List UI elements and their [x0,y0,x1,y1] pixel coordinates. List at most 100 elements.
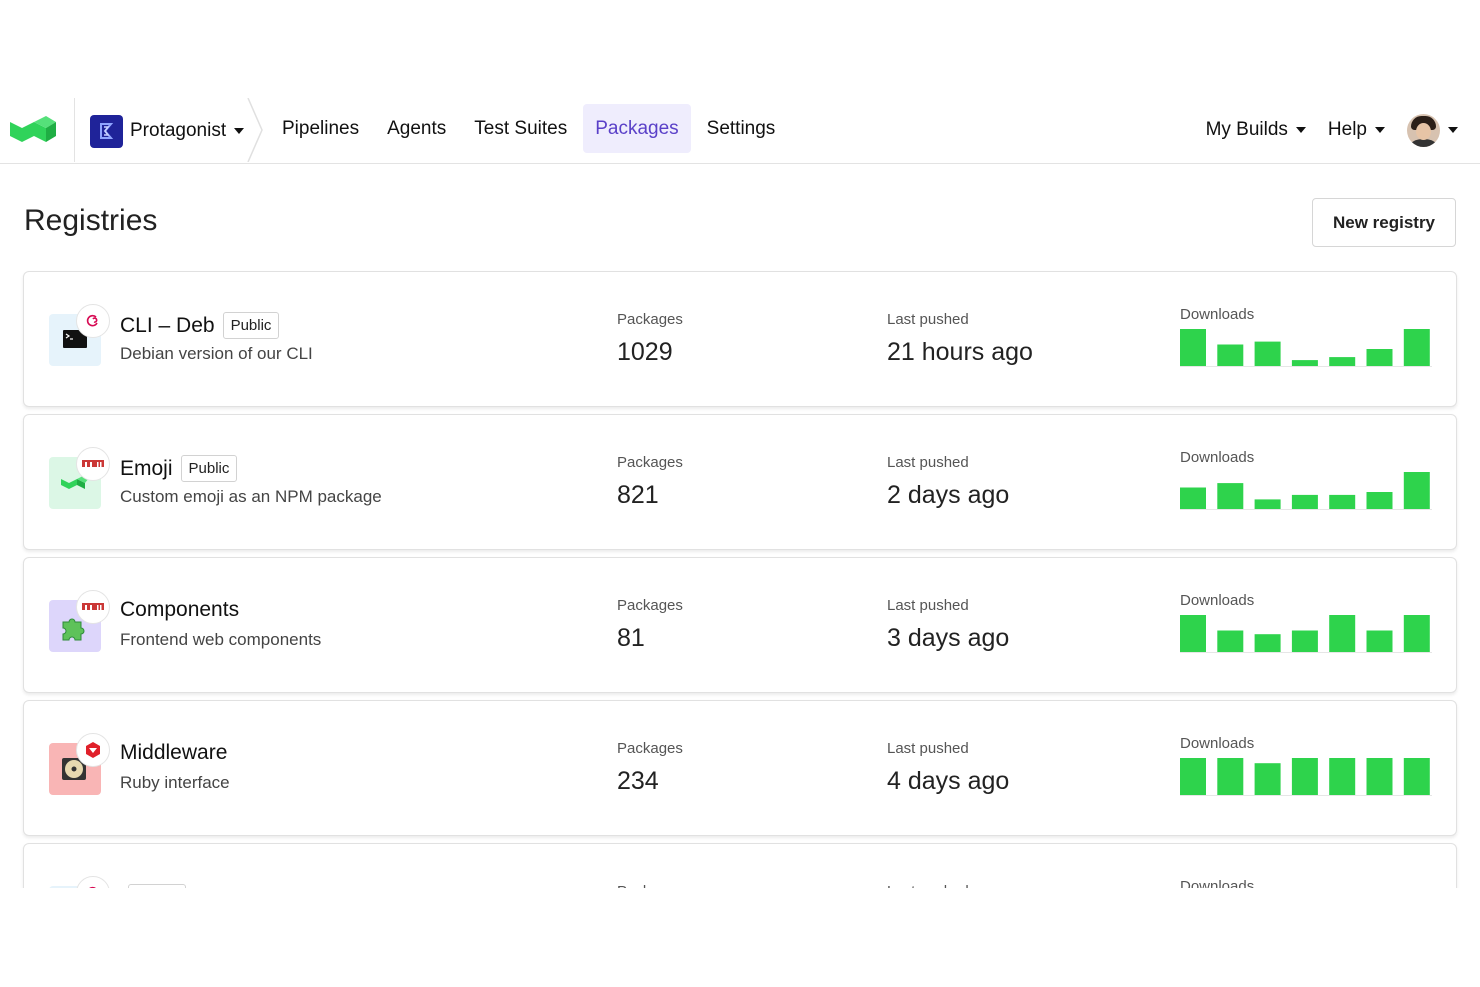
npm-icon [76,590,110,624]
org-name: Protagonist [130,120,227,141]
download-bar [1366,349,1393,366]
packages-count: 234 [617,767,659,795]
registry-name-row: CLI – Deb Public [120,312,280,339]
downloads-label: Downloads [1180,878,1255,888]
chevron-down-icon [1295,127,1306,133]
visibility-badge: Public [180,455,238,482]
download-bar [1366,492,1393,509]
download-bar [1254,341,1281,366]
download-bar [1403,758,1430,795]
org-switcher[interactable]: Protagonist [90,114,245,148]
last-pushed-label: Last pushed [887,597,969,614]
downloads-label: Downloads [1180,306,1255,323]
download-bar [1366,758,1393,795]
download-bar [1291,630,1318,652]
download-bar [1403,329,1430,366]
chevron-down-icon [1375,127,1385,133]
registry-description: Custom emoji as an NPM package [120,487,382,506]
download-bar [1329,357,1356,366]
last-pushed-label: Last pushed [887,311,969,328]
packages-label: Packages [617,597,683,614]
debian-icon [76,876,110,888]
visibility-badge [128,884,186,888]
my-builds-menu[interactable]: My Builds [1206,119,1306,141]
download-bar [1329,758,1356,795]
registry-name-row: Middleware [120,741,227,765]
download-bar [1254,634,1281,652]
nav-right: My Builds Help [1184,112,1458,148]
download-bar [1291,494,1318,509]
nav-link-test-suites[interactable]: Test Suites [462,104,579,153]
nav-link-settings[interactable]: Settings [695,104,788,153]
nav-divider [74,98,75,162]
npm-icon [76,447,110,481]
ruby-gem-icon [76,733,110,767]
registry-card[interactable]: Packages Last pushed Downloads [23,843,1457,888]
help-label: Help [1327,119,1367,140]
registry-name[interactable]: Middleware [120,741,227,765]
chevron-down-icon [1448,127,1458,133]
download-bar [1180,758,1206,795]
user-menu[interactable] [1407,113,1458,147]
top-nav: Protagonist Pipelines Agents Test Suites Pa… [0,98,1480,164]
last-pushed-value: 21 hours ago [887,338,1033,366]
downloads-label: Downloads [1180,449,1255,466]
packages-label: Packages [617,454,683,471]
download-bar [1180,615,1206,652]
packages-label: Packages [617,311,683,328]
download-bar [1180,487,1206,509]
nav-links: Pipelines Agents Test Suites Packages Settin… [270,104,791,153]
downloads-sparkline [1180,329,1432,367]
download-bar [1403,472,1430,509]
download-bar [1217,630,1244,652]
registry-name-row [120,884,186,888]
last-pushed-label: Last pushed [887,883,969,888]
download-bar [1403,615,1430,652]
registry-name-row: Emoji Public [120,455,238,482]
page-title: Registries [24,204,158,237]
registry-card[interactable]: Emoji Public Custom emoji as an NPM packag… [23,414,1457,550]
downloads-label: Downloads [1180,592,1255,609]
download-bar [1217,344,1244,366]
my-builds-label: My Builds [1205,119,1288,140]
registry-name[interactable]: Emoji [120,457,173,481]
registry-name[interactable]: CLI – Deb [120,314,215,338]
download-bar [1291,360,1318,366]
download-bar [1180,329,1206,366]
chevron-down-icon [234,128,245,134]
downloads-label: Downloads [1180,735,1255,752]
download-bar [1291,758,1318,795]
last-pushed-value: 3 days ago [887,624,1010,652]
registry-list: CLI – Deb Public Debian version of our CLI… [0,266,1480,888]
downloads-sparkline [1180,758,1432,796]
packages-label: Packages [617,883,683,888]
download-bar [1254,763,1281,795]
nav-link-agents[interactable]: Agents [375,104,458,153]
buildkite-logo-icon[interactable] [10,116,56,148]
nav-link-packages[interactable]: Packages [583,104,691,153]
download-bar [1217,758,1244,795]
packages-count: 81 [617,624,645,652]
download-bar [1329,615,1356,652]
registry-name-row: Components [120,598,239,622]
org-badge-icon [90,114,123,148]
download-bar [1217,483,1244,509]
registry-description: Frontend web components [120,630,322,649]
packages-count: 821 [617,481,659,509]
registry-card[interactable]: Middleware Ruby interface Packages 234 Last … [23,700,1457,836]
last-pushed-label: Last pushed [887,740,969,757]
registry-description: Ruby interface [120,773,230,792]
help-menu[interactable]: Help [1328,119,1385,141]
registry-card[interactable]: CLI – Deb Public Debian version of our CLI… [23,271,1457,407]
registry-card[interactable]: Components Frontend web components Package… [23,557,1457,693]
new-registry-button[interactable]: New registry [1312,198,1456,247]
packages-label: Packages [617,740,683,757]
download-bar [1254,499,1281,509]
downloads-sparkline [1180,615,1432,653]
download-bar [1366,630,1393,652]
breadcrumb-separator-icon [247,98,263,162]
nav-link-pipelines[interactable]: Pipelines [270,104,371,153]
packages-count: 1029 [617,338,673,366]
download-bar [1329,494,1356,509]
registry-name[interactable]: Components [120,598,239,622]
